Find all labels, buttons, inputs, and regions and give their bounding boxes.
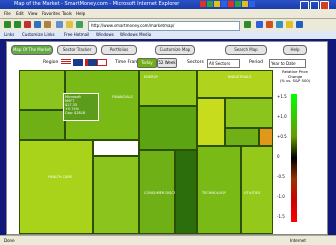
- status-zone: Internet: [290, 238, 306, 243]
- search-map-button[interactable]: Search Map: [225, 45, 267, 55]
- stock-tooltip: Microsoft MSFT $27.35 +0.74% Cap: $281B: [63, 93, 99, 121]
- toolbar-icon-1[interactable]: [256, 21, 263, 28]
- toolbar-icon-3[interactable]: [276, 21, 283, 28]
- period-label: Period: [249, 60, 264, 65]
- legend-tick: -1.5: [277, 214, 285, 219]
- treemap-cell[interactable]: [259, 128, 273, 146]
- page-content: Map Of The Market Sector Tracker Portfol…: [0, 39, 336, 235]
- legend-tick: +1.0: [277, 114, 287, 119]
- week52-button[interactable]: 52 Week: [157, 58, 177, 68]
- address-value: http://www.smartmoney.com/marketmap/: [91, 23, 175, 28]
- links-label: Links: [4, 32, 15, 37]
- treemap-cell[interactable]: UTILITIES: [241, 146, 273, 234]
- menu-view[interactable]: View: [28, 11, 38, 16]
- market-treemap[interactable]: HEALTH CARE FINANCIALS ENERGY CONSUMER D…: [19, 70, 273, 234]
- today-button[interactable]: Today: [137, 58, 157, 68]
- menu-file[interactable]: File: [4, 11, 11, 16]
- toolbar-icon-5[interactable]: [296, 21, 303, 28]
- back-icon[interactable]: [4, 21, 11, 28]
- legend-tick: -0.5: [277, 174, 285, 179]
- legend-tick: +0.5: [277, 134, 287, 139]
- treemap-cell[interactable]: [19, 110, 65, 140]
- treemap-cell[interactable]: [225, 98, 273, 128]
- link-hotmail[interactable]: Free Hotmail: [64, 32, 89, 37]
- treemap-cell[interactable]: [197, 98, 225, 146]
- legend-tick: -1.0: [277, 194, 285, 199]
- help-button[interactable]: Help: [283, 45, 307, 55]
- link-windows[interactable]: Windows: [96, 32, 114, 37]
- window-title: Map of the Market - SmartMoney.com - Mic…: [14, 1, 180, 7]
- favorites-icon[interactable]: [66, 21, 73, 28]
- treemap-cell[interactable]: [225, 128, 259, 146]
- period-select[interactable]: Year to Date: [269, 59, 306, 68]
- status-text: Done: [4, 238, 15, 243]
- menu-edit[interactable]: Edit: [16, 11, 24, 16]
- search-icon[interactable]: [56, 21, 63, 28]
- tab-sector-tracker[interactable]: Sector Tracker: [57, 45, 97, 55]
- treemap-cell[interactable]: ENERGY: [139, 70, 197, 106]
- stop-icon[interactable]: [24, 21, 31, 28]
- history-icon[interactable]: [76, 21, 83, 28]
- tab-map-of-market[interactable]: Map Of The Market: [11, 45, 53, 55]
- japan-flag-icon[interactable]: [97, 59, 107, 66]
- treemap-cell[interactable]: INDUSTRIALS: [197, 70, 273, 98]
- market-map-panel: Map Of The Market Sector Tracker Portfol…: [6, 41, 328, 235]
- uk-flag-icon[interactable]: [73, 59, 83, 66]
- browser-toolbar: http://www.smartmoney.com/marketmap/: [0, 19, 336, 31]
- treemap-cell[interactable]: HEALTH CARE: [19, 140, 93, 234]
- menu-help[interactable]: Help: [76, 11, 85, 16]
- legend-tick: +1.5: [277, 94, 287, 99]
- tab-portfolios[interactable]: Portfolios: [101, 45, 137, 55]
- link-windows-media[interactable]: Windows Media: [120, 32, 151, 37]
- legend-title: Relative Price Change (% vs. S&P 500): [279, 69, 311, 83]
- link-customize[interactable]: Customize Links: [22, 32, 55, 37]
- legend-tick: 0: [277, 154, 280, 159]
- forward-icon[interactable]: [14, 21, 21, 28]
- treemap-cell[interactable]: [19, 70, 65, 110]
- treemap-cell[interactable]: [175, 150, 197, 234]
- refresh-icon[interactable]: [34, 21, 41, 28]
- sectors-select[interactable]: All Sectors: [207, 59, 240, 68]
- menu-tools[interactable]: Tools: [62, 11, 72, 16]
- treemap-cell[interactable]: [93, 156, 139, 234]
- taskbar-tray: [200, 1, 256, 8]
- menu-favorites[interactable]: Favorites: [42, 11, 60, 16]
- home-icon[interactable]: [44, 21, 51, 28]
- address-bar[interactable]: http://www.smartmoney.com/marketmap/: [88, 21, 240, 31]
- treemap-cell[interactable]: [93, 140, 139, 156]
- treemap-cell[interactable]: CONSUMER DISCR.: [139, 150, 177, 234]
- window-title-bar: Map of the Market - SmartMoney.com - Mic…: [0, 0, 336, 10]
- region-label: Region: [43, 60, 59, 65]
- treemap-cell[interactable]: [139, 106, 197, 150]
- toolbar-icon-4[interactable]: [286, 21, 293, 28]
- tab-customize-map[interactable]: Customize Map: [155, 45, 195, 55]
- treemap-cell[interactable]: TECHNOLOGY: [197, 146, 241, 234]
- menu-bar: File Edit View Favorites Tools Help: [0, 9, 336, 19]
- toolbar-icon-2[interactable]: [266, 21, 273, 28]
- sectors-label: Sectors: [187, 60, 204, 65]
- go-icon[interactable]: [244, 21, 251, 28]
- color-scale: [291, 94, 297, 222]
- us-flag-icon[interactable]: [61, 59, 71, 66]
